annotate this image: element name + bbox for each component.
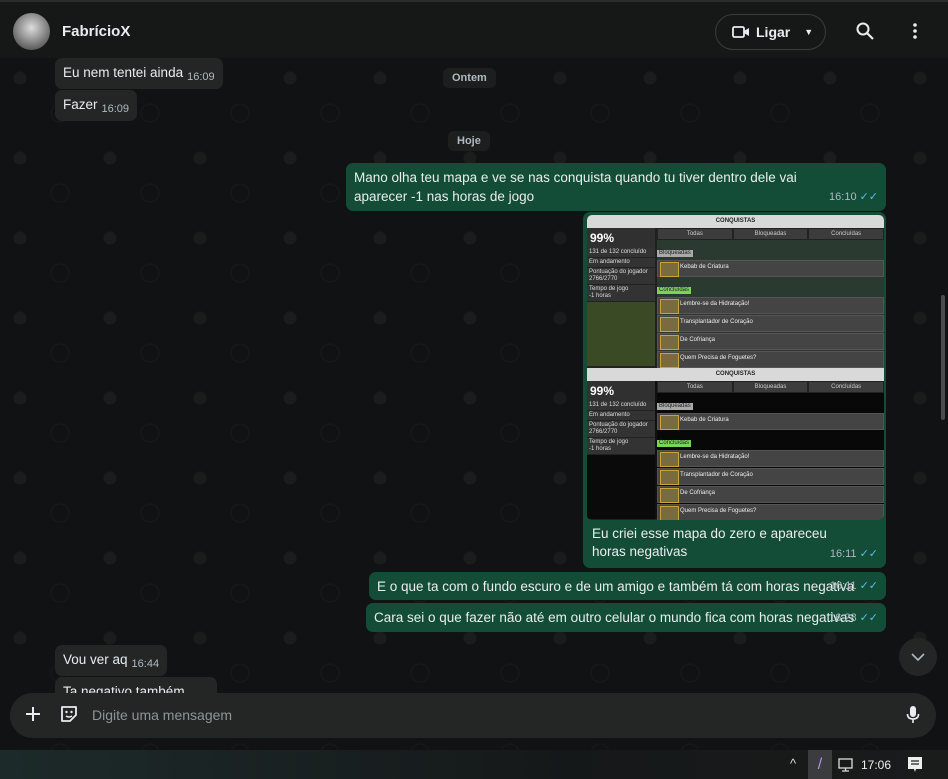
- shot-stat: 2766/2770: [589, 276, 618, 282]
- shot-achievement: De Cofriança: [657, 333, 884, 350]
- shot-section: Bloqueadas: [657, 403, 693, 410]
- shot-tab: Concluídas: [808, 381, 884, 393]
- shot-stat: Em andamento: [587, 258, 655, 268]
- image-message: CONQUISTAS 99% 131 de 132 concluído Em and…: [583, 212, 886, 568]
- shot-achievement: Transplantador de Coração: [657, 315, 884, 332]
- message-time: 16:11: [829, 580, 857, 592]
- achievements-screenshot: CONQUISTAS 99% 131 de 132 concluído Em and…: [587, 368, 884, 520]
- notifications-icon[interactable]: [907, 756, 923, 774]
- message-time: 16:09: [187, 71, 215, 83]
- message-out: Mano olha teu mapa e ve se nas conquista…: [346, 163, 886, 211]
- read-ticks-icon: ✓✓: [859, 580, 878, 592]
- plus-icon[interactable]: [24, 705, 42, 728]
- shot-percent: 99%: [590, 384, 615, 398]
- shot-stat: 2766/2770: [589, 429, 618, 435]
- message-list[interactable]: Eu nem tentei ainda 16:09 Ontem Fazer 16:0…: [0, 58, 948, 750]
- shot-stat: 131 de 132 concluído: [587, 248, 655, 258]
- call-button[interactable]: Ligar ▼: [715, 14, 826, 50]
- scroll-down-button[interactable]: [899, 638, 937, 676]
- shot-stat: -1 horas: [589, 446, 612, 452]
- message-time: 16:44: [131, 658, 160, 670]
- shot-achievement: Kebab de Criatura: [657, 413, 884, 430]
- shot-stat: Em andamento: [587, 411, 655, 421]
- shot-stat: Tempo de jogo: [589, 286, 629, 292]
- avatar[interactable]: [13, 13, 50, 50]
- shot-achievement: Transplantador de Coração: [657, 468, 884, 485]
- read-ticks-icon: ✓✓: [859, 191, 878, 203]
- read-ticks-icon: ✓✓: [859, 612, 878, 624]
- network-icon[interactable]: [838, 758, 853, 772]
- shot-achievement: Lembre-se da Hidratação!: [657, 297, 884, 314]
- feather-icon[interactable]: /: [808, 750, 832, 779]
- message-text: Vou ver aq: [63, 652, 128, 667]
- image-attachment[interactable]: CONQUISTAS 99% 131 de 132 concluído Em and…: [587, 215, 884, 520]
- message-text: E o que ta com o fundo escuro e de um am…: [377, 579, 855, 594]
- compose-bar: Digite uma mensagem: [10, 693, 936, 738]
- sticker-icon[interactable]: [59, 704, 79, 729]
- chevron-down-icon: ▼: [804, 27, 814, 37]
- shot-title: CONQUISTAS: [587, 368, 884, 381]
- shot-section: Bloqueadas: [657, 250, 693, 257]
- message-in: Vou ver aq 16:44: [55, 645, 168, 676]
- taskbar: ^ / 17:06: [0, 750, 948, 779]
- shot-achievement: Kebab de Criatura: [657, 260, 884, 277]
- contact-name[interactable]: FabrícioX: [62, 23, 130, 40]
- achievements-screenshot: CONQUISTAS 99% 131 de 132 concluído Em and…: [587, 215, 884, 368]
- message-text: Eu nem tentei ainda: [63, 65, 184, 80]
- read-ticks-icon: ✓✓: [859, 548, 878, 560]
- message-text: Mano olha teu mapa e ve se nas conquista…: [354, 170, 797, 204]
- chevron-down-icon: [911, 653, 925, 661]
- message-out: Cara sei o que fazer não até em outro ce…: [366, 603, 886, 632]
- message-time: 16:11: [829, 548, 857, 560]
- call-label: Ligar: [756, 24, 791, 40]
- clock[interactable]: 17:06: [861, 758, 891, 772]
- shot-section: Concluídas: [657, 287, 692, 294]
- date-chip: Hoje: [448, 131, 490, 151]
- date-chip: Ontem: [443, 68, 496, 88]
- microphone-icon[interactable]: [906, 705, 920, 730]
- shot-section: Concluídas: [657, 440, 692, 447]
- message-time: 16:09: [101, 103, 130, 115]
- shot-tab: Bloqueadas: [732, 381, 809, 393]
- message-in: Fazer 16:09: [55, 90, 138, 121]
- shot-title: CONQUISTAS: [587, 215, 884, 228]
- message-text: Fazer: [63, 97, 98, 112]
- image-caption: Eu criei esse mapa do zero e apareceu ho…: [592, 526, 827, 559]
- chat-header: FabrícioX Ligar ▼: [0, 0, 948, 58]
- shot-stat: 131 de 132 concluído: [587, 401, 655, 411]
- shot-achievement: De Cofriança: [657, 486, 884, 503]
- shot-percent: 99%: [590, 231, 615, 245]
- shot-tab: Todas: [657, 381, 733, 393]
- video-icon: [732, 26, 749, 38]
- shot-achievement: Lembre-se da Hidratação!: [657, 450, 884, 467]
- message-in: Eu nem tentei ainda 16:09: [55, 58, 223, 89]
- shot-stat: -1 horas: [589, 293, 612, 299]
- shot-tab: Todas: [657, 228, 733, 240]
- message-time: 16:10: [829, 191, 857, 203]
- menu-icon[interactable]: [904, 20, 926, 42]
- message-text: Cara sei o que fazer não até em outro ce…: [374, 610, 855, 625]
- message-time: 16:28: [829, 612, 857, 624]
- chevron-up-icon[interactable]: ^: [790, 756, 796, 771]
- shot-achievement: Quem Precisa de Foguetes?: [657, 504, 884, 520]
- shot-achievement: Quem Precisa de Foguetes?: [657, 351, 884, 368]
- shot-stat: Pontuação do jogador: [589, 422, 648, 428]
- shot-stat: Pontuação do jogador: [589, 269, 648, 275]
- shot-tab: Bloqueadas: [732, 228, 809, 240]
- search-icon[interactable]: [854, 20, 876, 42]
- message-input[interactable]: Digite uma mensagem: [92, 707, 232, 723]
- shot-tab: Concluídas: [808, 228, 884, 240]
- scrollbar[interactable]: [941, 295, 945, 420]
- shot-stat: Tempo de jogo: [589, 439, 629, 445]
- message-out: E o que ta com o fundo escuro e de um am…: [369, 572, 886, 600]
